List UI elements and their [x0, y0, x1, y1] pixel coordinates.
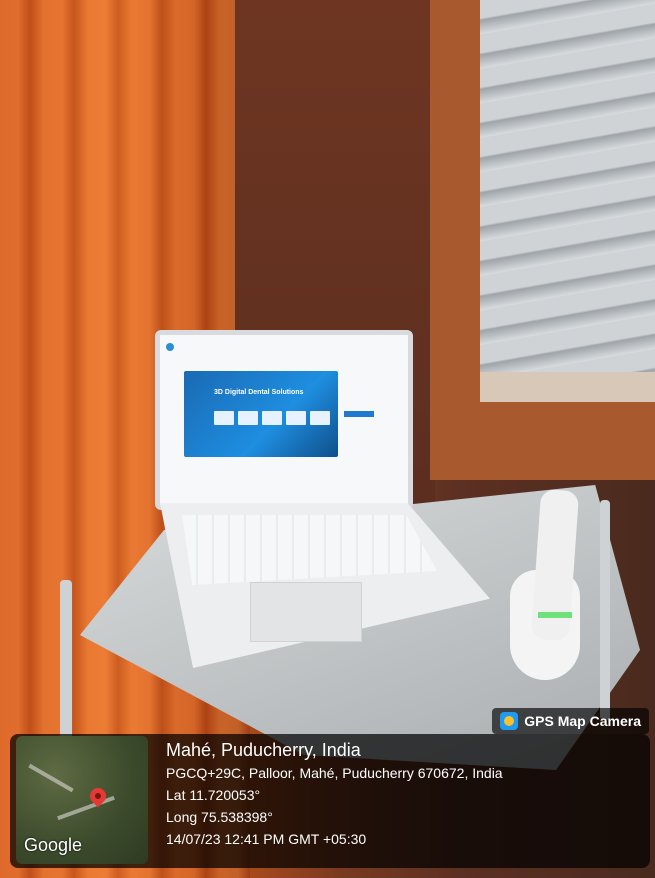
place-title: Mahé, Puducherry, India	[166, 740, 361, 760]
app-logo-icon	[166, 343, 174, 351]
latitude: Lat 11.720053°	[166, 787, 261, 803]
laptop-touchpad	[250, 582, 362, 642]
screen-product-tiles	[214, 411, 330, 425]
scanner-light-band	[538, 612, 572, 618]
address-line: PGCQ+29C, Palloor, Mahé, Puducherry 6706…	[166, 765, 503, 781]
window-sill	[480, 372, 655, 402]
cart-rail	[600, 500, 610, 720]
screen-banner: 3D Digital Dental Solutions	[184, 371, 338, 457]
screen-content: 3D Digital Dental Solutions	[160, 335, 408, 505]
screen-login-button	[344, 411, 374, 417]
timestamp: 14/07/23 12:41 PM GMT +05:30	[166, 831, 367, 847]
frosted-window	[480, 0, 655, 400]
stamp-text: Mahé, Puducherry, India PGCQ+29C, Palloo…	[166, 740, 503, 853]
map-thumbnail: Google	[16, 736, 148, 864]
longitude: Long 75.538398°	[166, 809, 273, 825]
gps-camera-badge: GPS Map Camera	[492, 708, 649, 734]
map-brand: Google	[24, 835, 83, 855]
app-name: GPS Map Camera	[524, 713, 641, 729]
photo-scene: 3D Digital Dental Solutions GPS Map Came…	[0, 0, 655, 878]
screen-heading: 3D Digital Dental Solutions	[214, 389, 304, 396]
laptop-screen: 3D Digital Dental Solutions	[155, 330, 413, 510]
screen-login-form	[338, 375, 394, 435]
camera-app-icon	[500, 712, 519, 730]
